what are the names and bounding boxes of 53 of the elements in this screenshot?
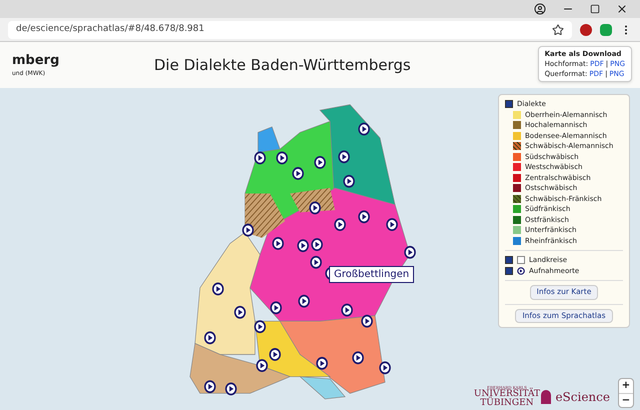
play-marker-icon[interactable] [311,238,323,251]
play-marker-icon[interactable] [404,246,416,259]
site-title: mberg [12,52,60,68]
checkbox[interactable] [505,266,513,275]
play-marker-icon[interactable] [316,356,328,370]
play-marker-icon[interactable] [297,239,309,252]
play-marker-icon[interactable] [352,351,364,364]
play-marker-icon[interactable] [269,348,281,361]
page-title: Die Dialekte Baden-Württembergs [154,54,411,76]
play-marker-icon[interactable] [276,152,288,164]
play-marker-icon[interactable] [361,314,373,328]
play-marker-icon[interactable] [204,331,216,344]
address-bar[interactable]: de/escience/sprachatlas/#8/48.678/8.981 [8,20,572,38]
play-marker-icon[interactable] [292,167,304,180]
play-marker-icon[interactable] [343,174,355,188]
play-marker-icon[interactable] [379,361,391,374]
play-marker-icon[interactable] [310,256,322,269]
extension-icon[interactable] [600,24,612,36]
play-marker-icon[interactable] [334,218,346,231]
play-marker-icon[interactable] [309,202,321,214]
checkbox[interactable] [505,256,513,264]
play-marker-icon[interactable] [386,218,398,231]
profile-icon[interactable] [534,3,546,15]
play-marker-icon [517,266,525,275]
play-marker-icon[interactable] [358,210,370,224]
checkbox[interactable] [505,100,513,108]
play-marker-icon[interactable] [234,306,246,319]
maximize-icon[interactable] [590,4,600,14]
hatched-region [245,193,285,238]
escience-logo: eScience [555,389,610,406]
bookmark-star-icon[interactable] [552,24,564,36]
play-marker-icon[interactable] [254,320,266,334]
play-marker-icon[interactable] [298,294,310,308]
play-marker-icon[interactable] [204,380,216,394]
play-marker-icon[interactable] [338,150,350,164]
play-marker-icon[interactable] [314,156,326,169]
play-marker-icon[interactable] [341,304,353,316]
play-marker-icon[interactable] [358,122,370,136]
zoom-out-button[interactable]: − [619,393,633,407]
logo-text: TÜBINGEN [480,399,534,408]
extension-icon[interactable] [580,24,592,36]
play-marker-icon[interactable] [256,359,268,372]
play-marker-icon[interactable] [242,224,254,237]
play-marker-icon[interactable] [254,152,266,164]
zoom-in-button[interactable]: + [619,379,633,393]
play-marker-icon[interactable] [272,237,284,250]
play-marker-icon[interactable] [212,282,224,296]
close-icon[interactable] [616,3,628,15]
play-marker-icon[interactable] [225,382,237,396]
url-text: de/escience/sprachatlas/#8/48.678/8.981 [16,22,206,36]
play-marker-icon[interactable] [270,301,282,314]
empty-box-icon [517,256,525,264]
place-tooltip: Großbettlingen [329,266,414,283]
